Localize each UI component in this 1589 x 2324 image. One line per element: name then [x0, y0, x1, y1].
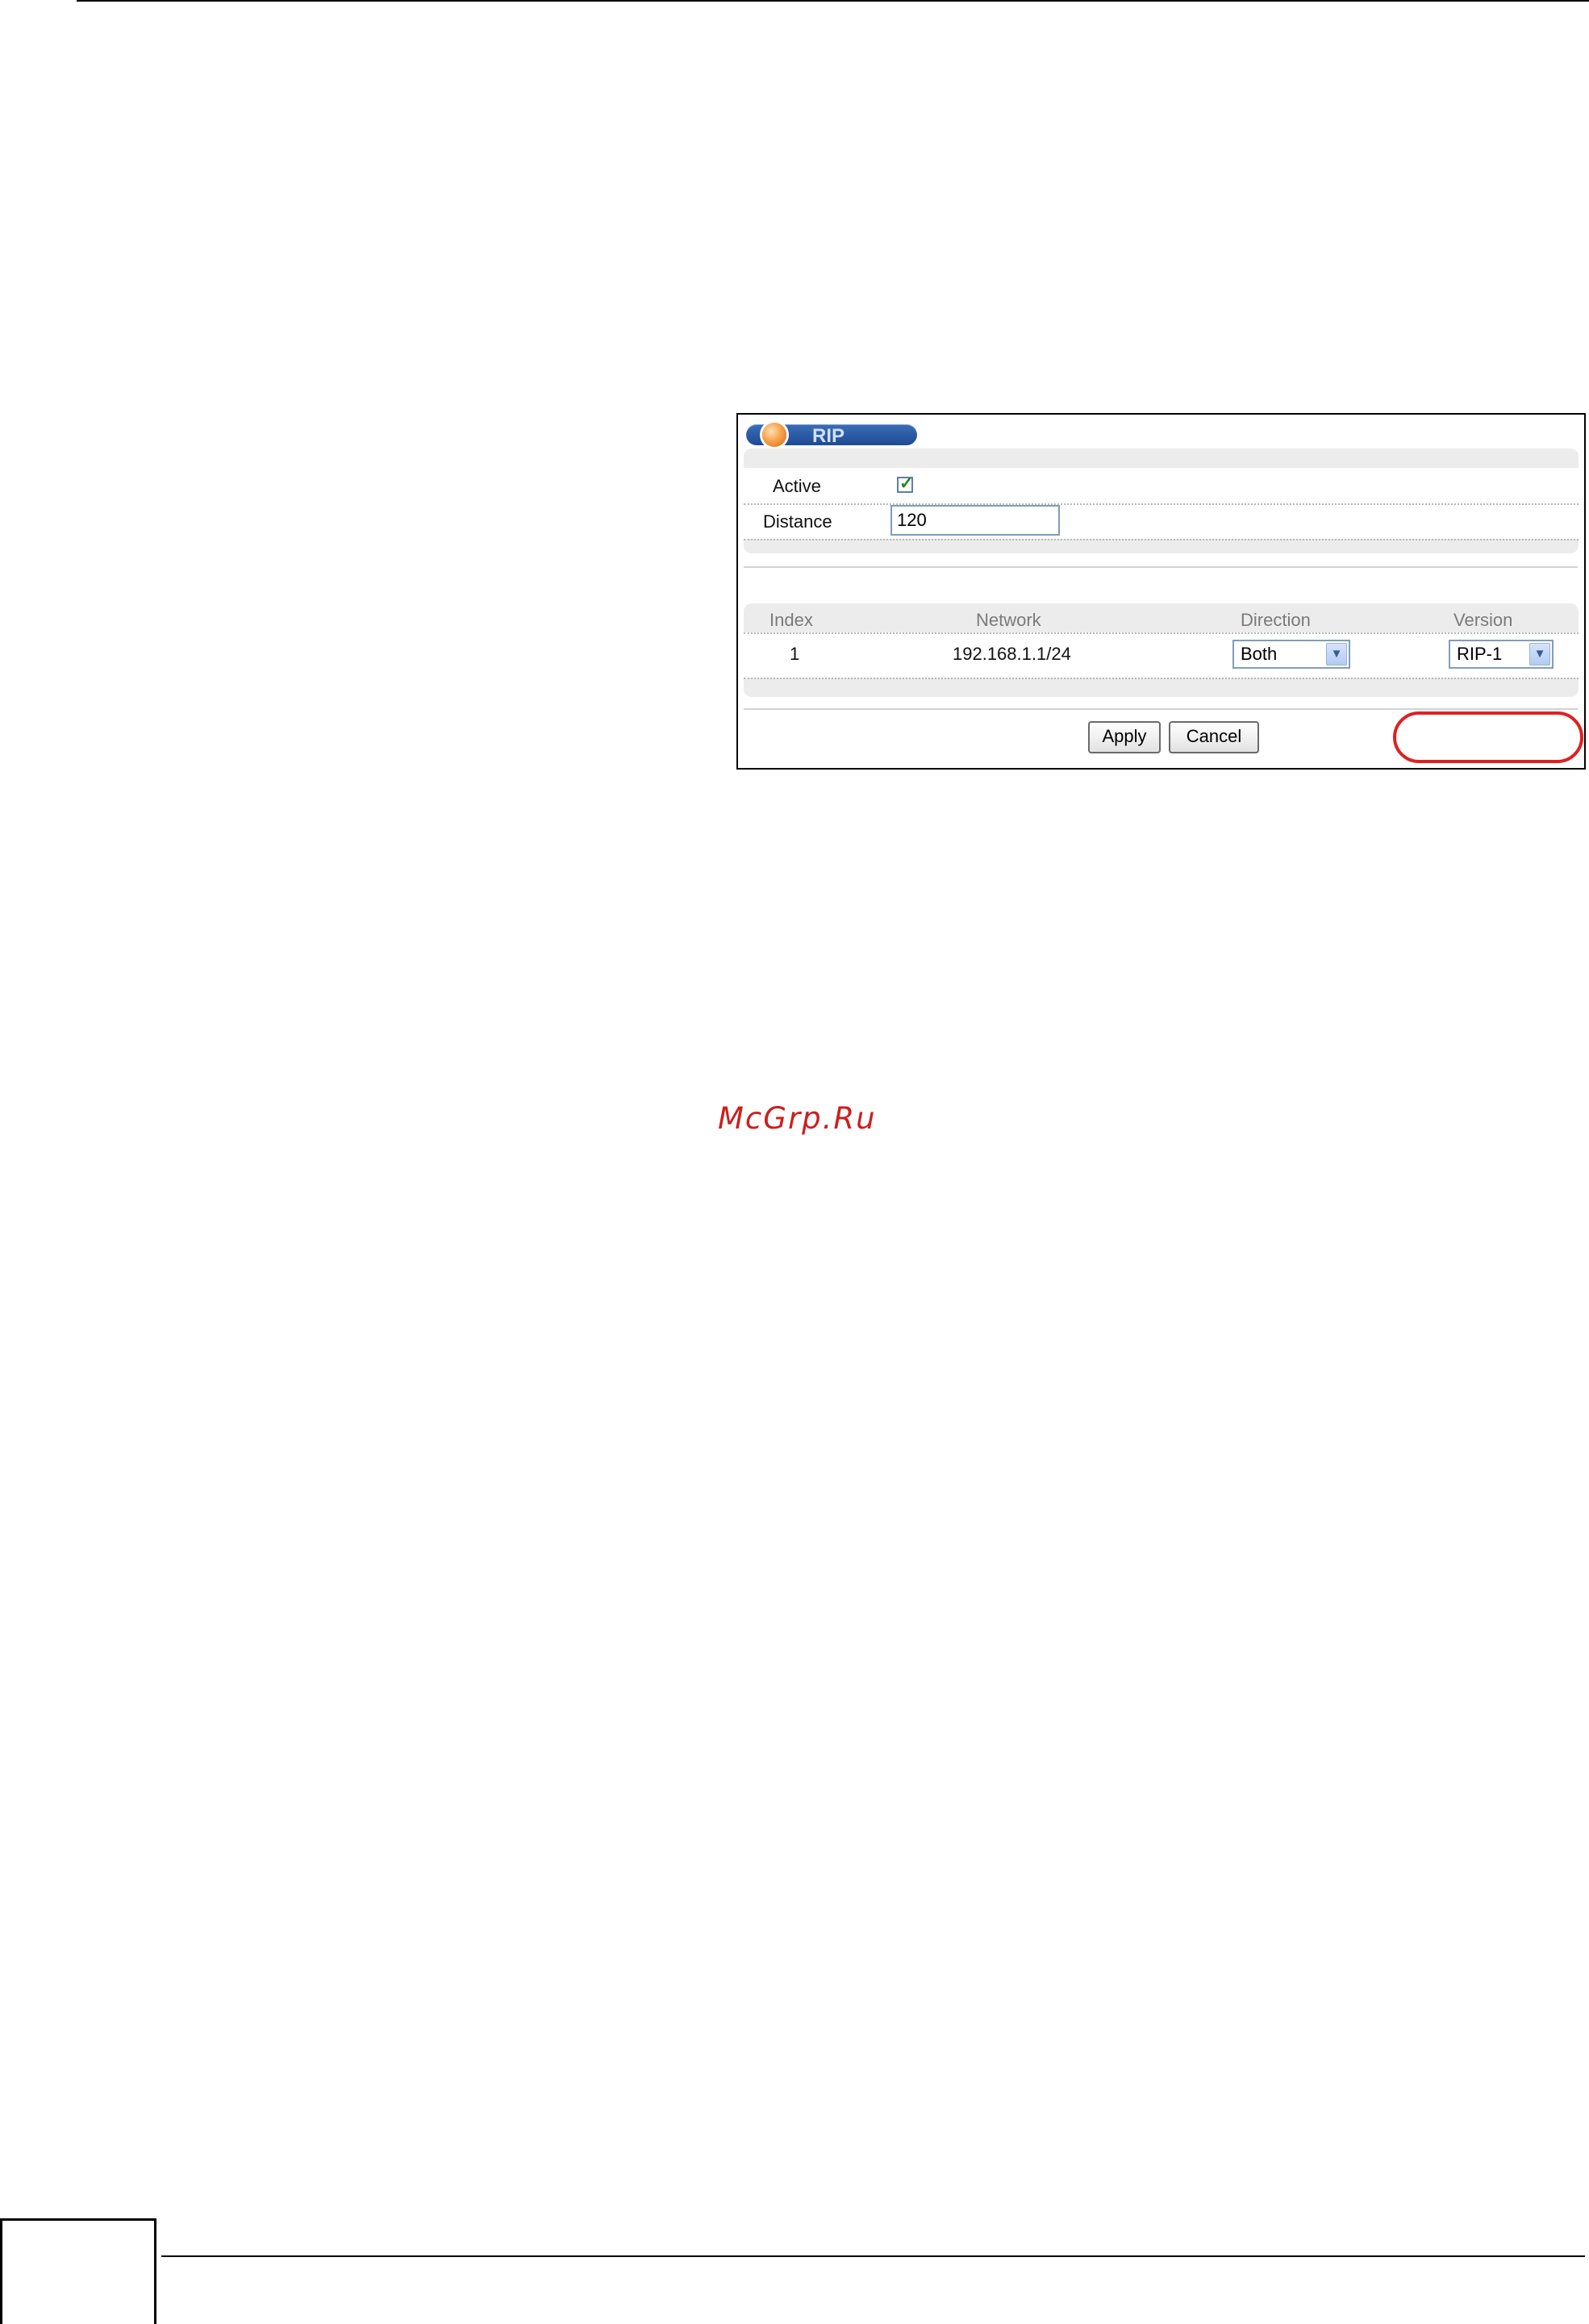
- active-label: Active: [773, 476, 821, 496]
- general-settings-panel: Active ✓ Distance 120: [744, 449, 1579, 553]
- version-select[interactable]: RIP-1 ▼: [1449, 640, 1554, 669]
- column-header-index: Index: [769, 610, 813, 630]
- column-header-direction: Direction: [1241, 610, 1311, 630]
- checkmark-icon: ✓: [899, 474, 914, 493]
- row-network: 192.168.1.1/24: [953, 644, 1071, 664]
- divider: [744, 566, 1578, 568]
- page-number-box: [0, 2218, 156, 2324]
- chevron-down-icon: ▼: [1326, 643, 1347, 665]
- divider: [744, 708, 1578, 710]
- version-value: RIP-1: [1457, 644, 1503, 664]
- chevron-down-icon: ▼: [1529, 643, 1550, 665]
- watermark-text: McGrp.Ru: [718, 1101, 877, 1136]
- active-checkbox[interactable]: ✓: [897, 474, 914, 493]
- title-orb-icon: [762, 423, 786, 447]
- direction-select[interactable]: Both ▼: [1232, 640, 1350, 669]
- column-header-network: Network: [976, 610, 1041, 630]
- rip-screenshot: RIP Active ✓ Distance 120 Index Network …: [736, 413, 1586, 770]
- apply-button[interactable]: Apply: [1088, 721, 1161, 753]
- bottom-rule: [161, 2255, 1585, 2257]
- title-bar: RIP: [746, 423, 917, 447]
- highlight-oval: [1393, 711, 1583, 763]
- top-rule: [77, 0, 1589, 2]
- panel-title: RIP: [812, 425, 845, 447]
- distance-label: Distance: [763, 511, 832, 532]
- row-index: 1: [790, 644, 800, 664]
- column-header-version: Version: [1453, 610, 1513, 630]
- direction-value: Both: [1241, 644, 1278, 664]
- distance-input[interactable]: 120: [890, 505, 1060, 536]
- cancel-button[interactable]: Cancel: [1169, 721, 1259, 753]
- network-table-panel: Index Network Direction Version 1 192.16…: [744, 603, 1579, 697]
